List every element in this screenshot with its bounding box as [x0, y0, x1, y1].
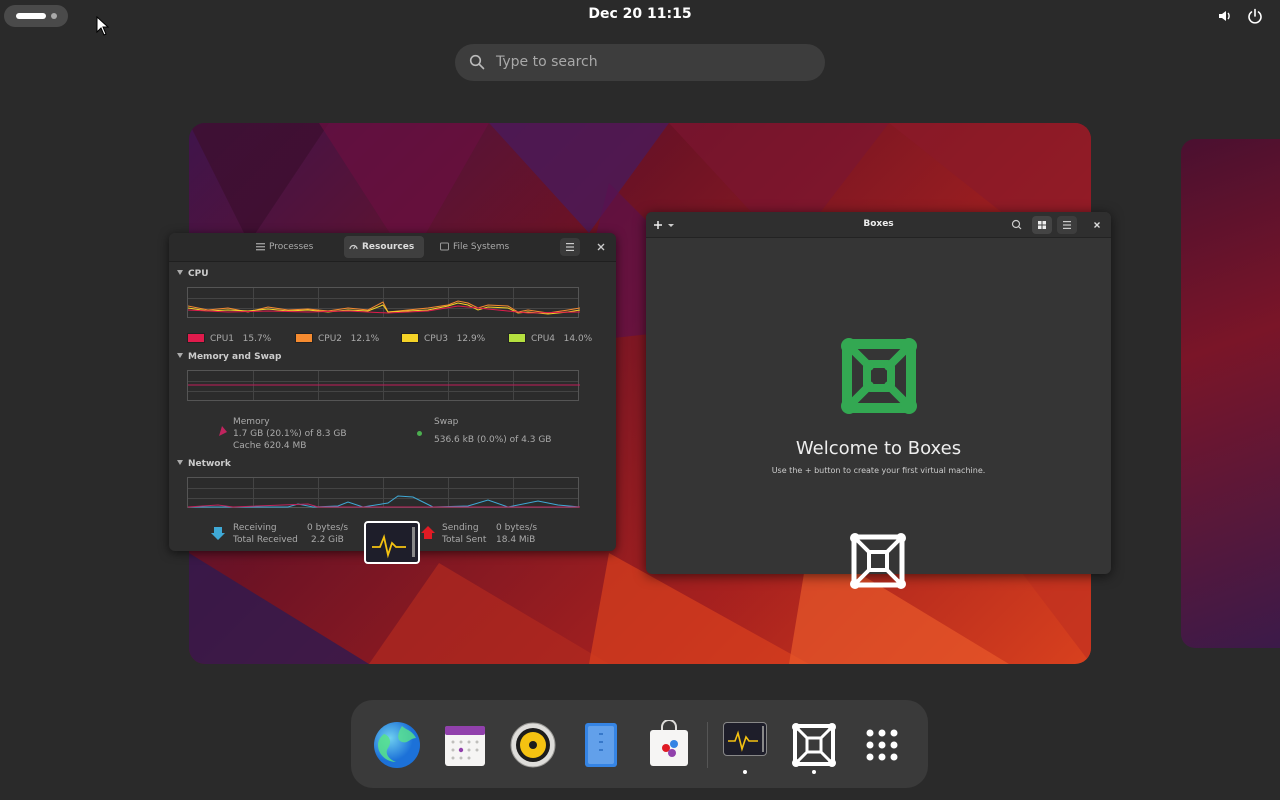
gauge-icon — [349, 244, 358, 250]
workspace-indicator — [51, 13, 57, 19]
close-button[interactable] — [591, 238, 611, 256]
dash — [351, 700, 928, 788]
dash-separator — [707, 722, 708, 768]
system-monitor-window[interactable]: Processes Resources File Systems CPU CPU… — [169, 233, 616, 551]
swap-info: Swap 536.6 kB (0.0%) of 4.3 GB — [434, 417, 552, 445]
boxes-window[interactable]: Boxes Welcome to Boxes Use the + button … — [646, 212, 1111, 574]
system-monitor-window-icon — [364, 521, 420, 564]
memory-section-title[interactable]: Memory and Swap — [177, 352, 281, 362]
boxes-headerbar: Boxes — [646, 212, 1111, 238]
software-center-icon[interactable] — [644, 720, 694, 770]
boxes-window-icon — [850, 533, 906, 589]
cpu4-legend: CPU4 14.0% — [508, 333, 592, 344]
next-workspace-thumbnail[interactable] — [1181, 139, 1280, 648]
receiving-info: Receiving Total Received — [233, 523, 298, 545]
activities-button[interactable] — [4, 5, 68, 27]
memory-info: Memory 1.7 GB (20.1%) of 8.3 GB Cache 62… — [233, 417, 347, 451]
cpu-graph — [187, 287, 580, 318]
close-icon — [1094, 222, 1100, 228]
web-browser-icon[interactable] — [372, 720, 422, 770]
sending-values: 0 bytes/s 18.4 MiB — [496, 523, 538, 545]
grid-icon — [1038, 221, 1046, 229]
network-graph — [187, 477, 580, 508]
sending-info: Sending Total Sent — [442, 523, 487, 545]
network-section-title[interactable]: Network — [177, 459, 231, 469]
overview-root: Dec 20 11:15 Type to search Processes Re… — [0, 0, 1280, 800]
mouse-cursor-icon — [96, 16, 110, 36]
tab-file-systems-label: File Systems — [453, 242, 510, 252]
search-icon — [469, 54, 485, 70]
download-arrow-icon — [211, 527, 225, 540]
power-icon[interactable] — [1246, 7, 1264, 25]
welcome-subtitle: Use the + button to create your first vi… — [771, 466, 986, 475]
grid-view-button[interactable] — [1032, 216, 1052, 234]
menu-button[interactable] — [1057, 216, 1077, 234]
tab-file-systems[interactable]: File Systems — [435, 236, 519, 258]
tab-resources[interactable]: Resources — [344, 236, 424, 258]
calendar-icon[interactable] — [440, 720, 490, 770]
search-button[interactable] — [1007, 216, 1027, 234]
cpu2-legend: CPU2 12.1% — [295, 333, 379, 344]
menu-button[interactable] — [560, 238, 580, 256]
tab-resources-label: Resources — [362, 242, 415, 252]
boxes-icon[interactable] — [789, 720, 839, 770]
list-icon — [256, 243, 265, 251]
memory-pie-icon — [219, 426, 227, 436]
clock[interactable]: Dec 20 11:15 — [540, 6, 740, 22]
cpu1-legend: CPU1 15.7% — [187, 333, 271, 344]
rhythmbox-icon[interactable] — [508, 720, 558, 770]
search-icon — [1011, 219, 1022, 230]
welcome-title: Welcome to Boxes — [795, 438, 962, 459]
swap-indicator — [417, 431, 422, 436]
workspace-indicator-active — [16, 13, 46, 19]
tab-processes-label: Processes — [269, 242, 314, 252]
tab-processes[interactable]: Processes — [251, 236, 327, 258]
show-apps-icon[interactable] — [857, 720, 907, 770]
text-editor-icon[interactable] — [576, 720, 626, 770]
running-indicator — [812, 770, 816, 774]
search-placeholder: Type to search — [496, 54, 598, 70]
search-entry[interactable]: Type to search — [455, 44, 825, 81]
memory-graph — [187, 370, 580, 401]
running-indicator — [743, 770, 747, 774]
system-monitor-headerbar: Processes Resources File Systems — [169, 233, 616, 262]
top-bar: Dec 20 11:15 — [0, 0, 1280, 32]
drive-icon — [440, 242, 449, 251]
hamburger-icon — [1063, 221, 1071, 229]
boxes-logo-icon — [841, 338, 917, 414]
close-icon — [597, 243, 605, 251]
system-monitor-icon[interactable] — [723, 722, 767, 756]
receiving-values: 0 bytes/s 2.2 GiB — [307, 523, 349, 545]
hamburger-icon — [566, 243, 574, 251]
close-button[interactable] — [1087, 216, 1107, 234]
upload-arrow-icon — [421, 526, 435, 539]
cpu3-legend: CPU3 12.9% — [401, 333, 485, 344]
volume-icon[interactable] — [1216, 7, 1234, 25]
cpu-section-title[interactable]: CPU — [177, 269, 209, 279]
